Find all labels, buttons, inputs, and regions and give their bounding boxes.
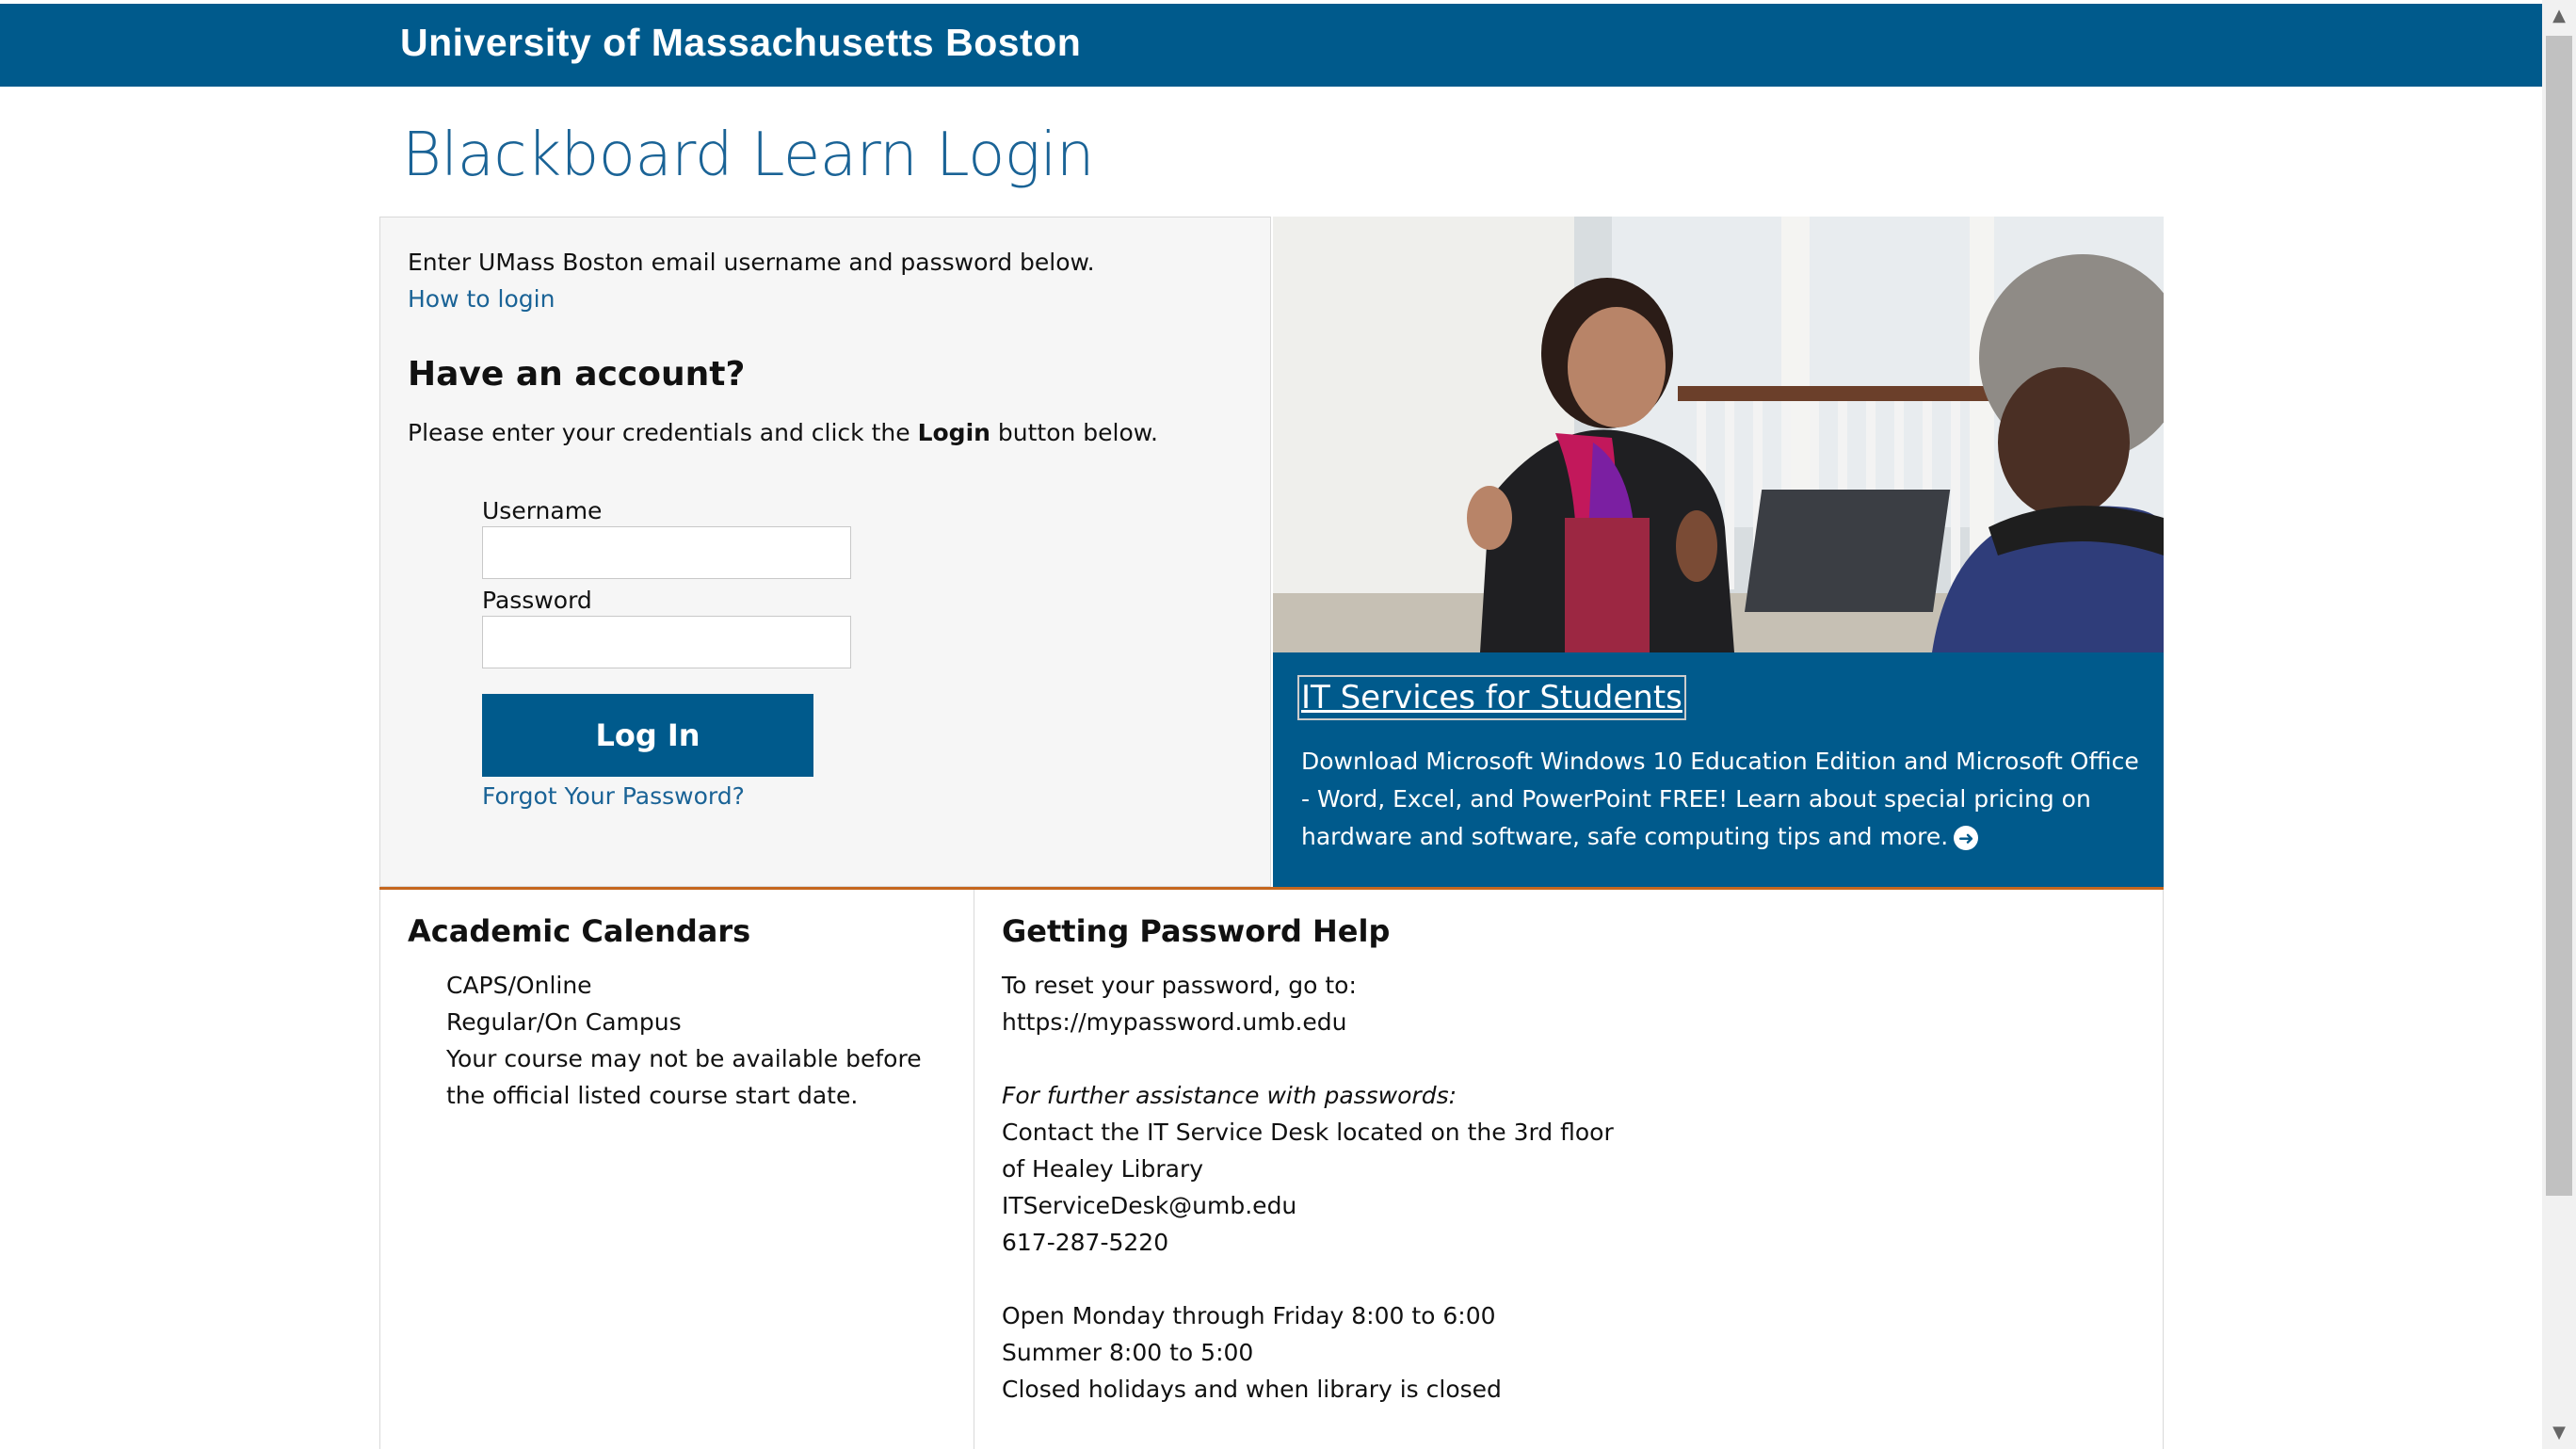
students-photo [1273,217,2164,652]
scrollbar-thumb[interactable] [2546,36,2572,1196]
login-panel: Enter UMass Boston email username and pa… [379,217,1271,887]
login-intro-text: Enter UMass Boston email username and pa… [408,249,1095,276]
it-services-promo: IT Services for Students Download Micros… [1273,217,2164,887]
password-help-section: Getting Password Help To reset your pass… [974,890,2164,1449]
how-to-login-link[interactable]: How to login [408,285,555,313]
promo-box: IT Services for Students Download Micros… [1273,652,2164,887]
login-button[interactable]: Log In [482,694,813,777]
calendar-link-regular-on-campus[interactable]: Regular/On Campus [446,1004,682,1040]
password-label: Password [482,587,592,614]
account-heading: Have an account? [408,355,746,394]
calendar-link-caps-online[interactable]: CAPS/Online [446,967,592,1004]
service-desk-phone: 617-287-5220 [1002,1229,1169,1256]
it-services-link[interactable]: IT Services for Students [1297,675,1686,720]
service-desk-email-link[interactable]: ITServiceDesk@umb.edu [1002,1187,1296,1224]
university-logo-text[interactable]: University of Massachusetts Boston [400,21,1081,65]
scroll-down-icon[interactable]: ▼ [2542,1417,2576,1449]
assistance-heading: For further assistance with passwords: [1002,1082,1457,1109]
academic-calendars-title: Academic Calendars [408,913,751,949]
password-help-title: Getting Password Help [1002,913,1391,949]
promo-text: Download Microsoft Windows 10 Education … [1301,748,2139,850]
page-title: Blackboard Learn Login [402,121,1094,190]
login-instructions: Please enter your credentials and click … [408,419,1158,446]
reset-password-link[interactable]: https://mypassword.umb.edu [1002,1004,1347,1040]
password-input[interactable] [482,616,851,668]
contact-line-1: Contact the IT Service Desk located on t… [1002,1119,1614,1146]
instructions-text-end: button below. [990,419,1158,446]
site-header: University of Massachusetts Boston [0,4,2542,87]
course-availability-note: Your course may not be available before … [446,1045,922,1109]
reset-password-text: To reset your password, go to: [1002,972,1357,999]
instructions-bold: Login [917,419,990,446]
students-photo-illustration [1273,217,2164,652]
hours-line-2: Summer 8:00 to 5:00 [1002,1339,1254,1366]
arrow-right-circle-icon[interactable]: ➜ [1954,826,1979,850]
academic-calendars-section: Academic Calendars CAPS/Online Regular/O… [379,890,974,1449]
username-input[interactable] [482,526,851,579]
hours-line-1: Open Monday through Friday 8:00 to 6:00 [1002,1302,1496,1329]
forgot-password-link[interactable]: Forgot Your Password? [482,782,745,810]
promo-description: Download Microsoft Windows 10 Education … [1301,743,2149,856]
scroll-up-icon[interactable]: ▲ [2542,0,2576,32]
hours-line-3: Closed holidays and when library is clos… [1002,1376,1502,1403]
vertical-scrollbar[interactable]: ▲ ▼ [2542,0,2576,1449]
contact-line-2: of Healey Library [1002,1155,1204,1183]
username-label: Username [482,497,603,524]
instructions-text: Please enter your credentials and click … [408,419,918,446]
